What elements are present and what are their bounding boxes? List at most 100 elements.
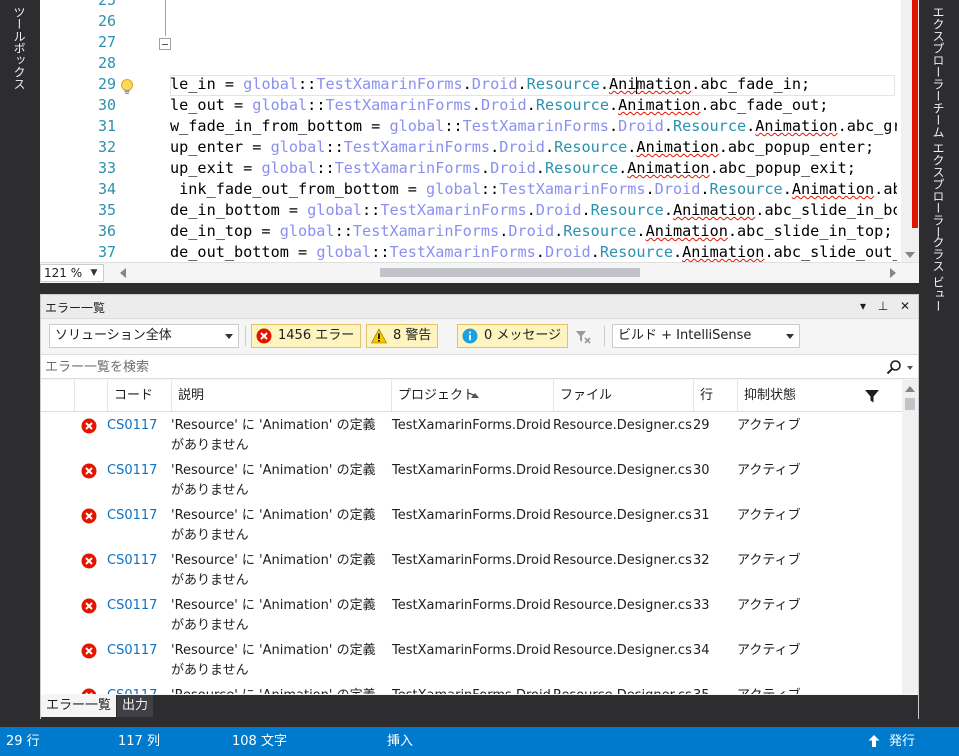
code-line[interactable]: de_in_bottom = global::TestXamarinForms.… <box>170 200 897 221</box>
messages-filter-button[interactable]: 0 メッセージ <box>457 324 569 348</box>
table-row[interactable]: CS0117 'Resource' に 'Animation' の定義がありません… <box>41 412 902 457</box>
error-line: 30 <box>693 463 710 478</box>
zoom-select[interactable]: 121 % ▼ <box>40 264 104 282</box>
status-insert-mode[interactable]: 挿入 <box>387 733 413 750</box>
line-number: 29 <box>97 75 116 93</box>
code-token: . <box>590 243 600 261</box>
scroll-up-arrow-icon[interactable] <box>905 386 915 392</box>
scroll-left-arrow-icon[interactable] <box>120 268 126 278</box>
table-row[interactable]: CS0117 'Resource' に 'Animation' の定義がありません… <box>41 637 902 682</box>
table-row[interactable]: CS0117 'Resource' に 'Animation' の定義がありません… <box>41 457 902 502</box>
class-view-tab[interactable]: クラス ビュー <box>931 236 945 312</box>
publish-arrow-icon[interactable] <box>867 734 881 748</box>
error-suppression-state: アクティブ <box>737 418 801 433</box>
error-suppression-state: アクティブ <box>737 463 801 478</box>
column-header-code[interactable]: コード <box>107 380 171 411</box>
code-token: global <box>261 159 317 177</box>
error-file: Resource.Designer.cs <box>553 553 692 568</box>
code-token: Animation <box>755 117 838 135</box>
filter-icon[interactable] <box>864 388 880 404</box>
error-file: Resource.Designer.cs <box>553 508 692 523</box>
code-token: abc_slide_in_top; <box>737 222 893 240</box>
window-position-icon[interactable]: ▾ <box>855 298 871 314</box>
column-header-line[interactable]: 行 <box>693 380 737 411</box>
search-icon[interactable] <box>886 359 902 375</box>
code-line[interactable]: up_exit = global::TestXamarinForms.Droid… <box>170 158 856 179</box>
warning-icon <box>371 328 387 344</box>
table-row[interactable]: CS0117 'Resource' に 'Animation' の定義がありません… <box>41 547 902 592</box>
chevron-down-icon[interactable] <box>907 366 913 370</box>
team-explorer-tab[interactable]: チーム エクスプローラー <box>931 102 945 238</box>
code-editor[interactable]: 25 26 27 28 29 30 31 32 33 34 35 36 37 le_in = globa… <box>40 0 919 283</box>
error-project: TestXamarinForms.Droid <box>392 686 551 694</box>
scope-select[interactable]: ソリューション全体 <box>49 324 239 348</box>
column-header-file[interactable]: ファイル <box>553 380 693 411</box>
toolbar-divider <box>245 326 246 346</box>
code-line[interactable]: de_in_top = global::TestXamarinForms.Dro… <box>170 221 892 242</box>
status-publish[interactable]: 発行 <box>889 733 915 750</box>
error-file: Resource.Designer.cs <box>553 463 692 478</box>
clear-filter-icon[interactable] <box>574 328 592 346</box>
error-code-link[interactable]: CS0117 <box>107 551 157 571</box>
code-token: le_out = <box>170 96 253 114</box>
horizontal-scroll-thumb[interactable] <box>380 268 640 277</box>
table-scroll-thumb[interactable] <box>905 398 915 410</box>
code-token: . <box>499 222 509 240</box>
code-token: :: <box>444 117 463 135</box>
messages-count-label: 0 メッセージ <box>484 328 562 343</box>
table-row[interactable]: CS0117 'Resource' に 'Animation' の定義がありません… <box>41 592 902 637</box>
error-list-toolbar: ソリューション全体 1456 エラー 8 警告 0 メッセージ ビルド + In… <box>41 320 918 352</box>
error-code-link[interactable]: CS0117 <box>107 461 157 481</box>
code-line[interactable]: le_out = global::TestXamarinForms.Droid.… <box>170 95 828 116</box>
code-line[interactable]: le_in = global::TestXamarinForms.Droid.R… <box>170 74 810 95</box>
error-code-link[interactable]: CS0117 <box>107 596 157 616</box>
code-token: . <box>544 138 555 156</box>
error-icon <box>81 508 97 524</box>
code-token: TestXamarinForms <box>380 201 527 219</box>
warnings-filter-button[interactable]: 8 警告 <box>366 324 439 348</box>
explorer-tab[interactable]: エクスプローラー <box>931 6 945 102</box>
code-line[interactable]: w_fade_in_from_bottom = global::TestXama… <box>170 116 897 137</box>
tab-error-list[interactable]: エラー一覧 <box>41 695 117 717</box>
error-code-link[interactable]: CS0117 <box>107 641 157 661</box>
lightbulb-icon[interactable] <box>120 78 134 96</box>
table-row[interactable]: CS0117 'Resource' に 'Animation' の定義がありません… <box>41 502 902 547</box>
error-line: 34 <box>693 643 710 658</box>
chevron-down-icon[interactable]: ▼ <box>88 265 100 281</box>
error-code-link[interactable]: CS0117 <box>107 686 157 694</box>
code-line[interactable]: ink_fade_out_from_bottom = global::TestX… <box>170 179 897 200</box>
error-search-input[interactable] <box>45 357 865 377</box>
table-row[interactable]: CS0117 'Resource' に 'Animation' の定義がありません… <box>41 682 902 694</box>
build-filter-select[interactable]: ビルド + IntelliSense <box>612 324 800 348</box>
code-token: global <box>307 201 363 219</box>
error-project: TestXamarinForms.Droid <box>392 643 551 658</box>
column-header-description[interactable]: 説明 <box>171 380 391 411</box>
code-token: :: <box>480 180 500 198</box>
error-icon <box>81 688 97 694</box>
code-token: . <box>663 117 673 135</box>
code-token: . <box>837 117 847 135</box>
code-token: . <box>709 159 719 177</box>
error-file: Resource.Designer.cs <box>553 598 692 613</box>
pin-icon[interactable]: ⊥ <box>875 298 891 314</box>
table-vertical-scrollbar[interactable] <box>902 380 918 694</box>
code-token: global <box>252 96 308 114</box>
code-line[interactable]: up_enter = global::TestXamarinForms.Droi… <box>170 137 874 158</box>
errors-filter-button[interactable]: 1456 エラー <box>251 324 362 348</box>
error-marker-bar <box>912 0 918 228</box>
scroll-down-arrow-icon[interactable] <box>905 252 915 258</box>
error-code-link[interactable]: CS0117 <box>107 416 157 436</box>
error-description: 'Resource' に 'Animation' の定義がありません <box>171 508 376 543</box>
tab-output[interactable]: 出力 <box>117 695 154 717</box>
code-text-area[interactable]: le_in = global::TestXamarinForms.Droid.R… <box>170 0 897 262</box>
code-token: :: <box>316 159 335 177</box>
error-file: Resource.Designer.cs <box>553 643 692 658</box>
close-icon[interactable]: ✕ <box>897 298 913 314</box>
code-line[interactable]: de_out_bottom = global::TestXamarinForms… <box>170 242 897 262</box>
code-token: Resource <box>554 138 628 156</box>
toolbox-tab[interactable]: ツールボックス <box>12 6 26 90</box>
scroll-right-arrow-icon[interactable] <box>890 268 896 278</box>
error-code-link[interactable]: CS0117 <box>107 506 157 526</box>
code-token: . <box>718 138 728 156</box>
column-header-icon[interactable] <box>74 380 107 411</box>
